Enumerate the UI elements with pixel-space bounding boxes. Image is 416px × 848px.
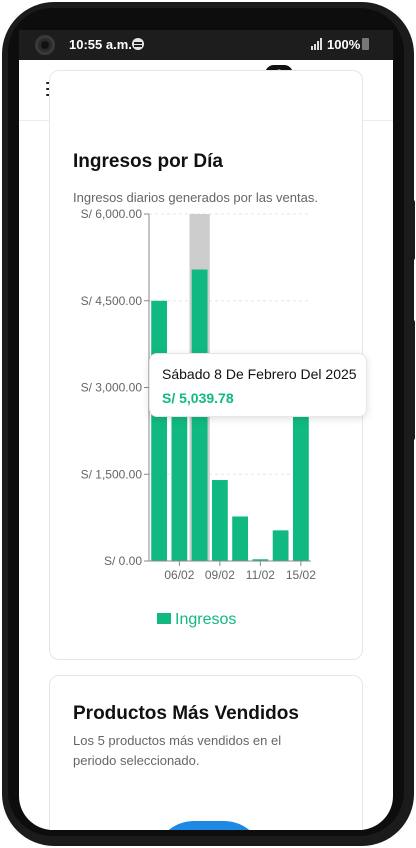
legend-swatch bbox=[157, 613, 171, 624]
power-button bbox=[410, 320, 415, 440]
status-time: 10:55 a.m. bbox=[69, 37, 132, 52]
spotify-notification-icon bbox=[132, 38, 144, 50]
x-tick-label: 11/02 bbox=[246, 568, 275, 582]
top-products-description: Los 5 productos más vendidos en el perio… bbox=[73, 733, 282, 768]
battery-icon bbox=[362, 38, 369, 50]
top-products-title: Productos Más Vendidos bbox=[73, 703, 299, 724]
x-tick-label: 09/02 bbox=[205, 568, 235, 582]
bar-ingresos[interactable] bbox=[232, 516, 249, 561]
chart-tooltip: Sábado 8 De Febrero Del 2025 S/ 5,039.78 bbox=[149, 353, 367, 417]
battery-percentage: 100% bbox=[327, 37, 361, 52]
bar-ingresos[interactable] bbox=[211, 480, 228, 561]
x-tick-label: 06/02 bbox=[164, 568, 194, 582]
chart-legend[interactable]: Ingresos bbox=[157, 611, 236, 629]
tooltip-value: S/ 5,039.78 bbox=[162, 390, 234, 406]
y-tick-label: S/ 1,500.00 bbox=[81, 467, 143, 481]
status-bar: 10:55 a.m. 100% bbox=[19, 30, 393, 60]
signal-icon bbox=[311, 38, 325, 50]
bar-ingresos[interactable] bbox=[272, 530, 289, 561]
x-tick-label: 15/02 bbox=[286, 568, 316, 582]
y-tick-label: S/ 0.00 bbox=[104, 554, 142, 568]
bar-ingresos[interactable] bbox=[292, 410, 309, 561]
app-screen: 0 D Ingresos por Día Ingresos diarios ge… bbox=[19, 30, 393, 830]
tooltip-date: Sábado 8 De Febrero Del 2025 bbox=[162, 366, 357, 382]
front-camera bbox=[35, 35, 55, 55]
volume-button bbox=[410, 200, 415, 260]
legend-label: Ingresos bbox=[175, 611, 237, 628]
top-products-card: Productos Más Vendidos Los 5 productos m… bbox=[49, 675, 363, 830]
bar-ingresos[interactable] bbox=[151, 300, 168, 561]
y-tick-label: S/ 3,000.00 bbox=[81, 381, 143, 395]
y-tick-label: S/ 6,000.00 bbox=[81, 207, 143, 221]
y-tick-label: S/ 4,500.00 bbox=[81, 294, 143, 308]
